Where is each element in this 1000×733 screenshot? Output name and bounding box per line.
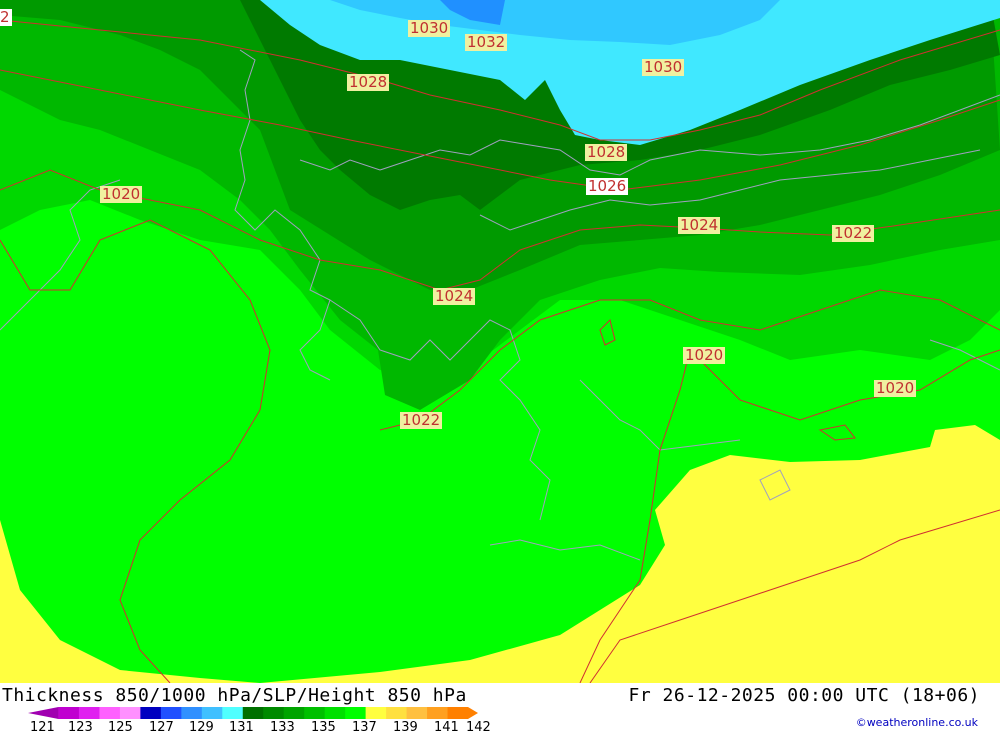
color-scale-swatch [242,707,264,719]
weather-map-panel: 1030 1032 1030 1028 1028 1026 1024 1022 … [0,0,1000,733]
isobar-label: 1022 [400,411,443,429]
scale-tick-label: 141 [434,720,459,733]
scale-tick-label: 142 [466,720,491,733]
valid-time: Fr 26-12-2025 00:00 UTC (18+06) [628,685,980,706]
scale-tick-label: 137 [352,720,377,733]
color-scale-swatch [283,707,305,719]
color-scale-swatch [304,707,326,719]
color-scale-swatch [160,707,182,719]
isobar-label: 1032 [465,33,508,51]
color-scale-swatch [99,707,121,719]
color-scale-swatch [201,707,223,719]
isobar-label: 1028 [585,143,628,161]
isobar-label: 1026 [586,177,629,195]
color-scale-swatch [140,707,162,719]
color-scale-swatch [447,707,478,719]
scale-tick-label: 123 [68,720,93,733]
thickness-map [0,0,1000,683]
color-scale-swatch [345,707,367,719]
scale-tick-label: 127 [149,720,174,733]
color-scale-swatch [78,707,100,719]
map-footer: Thickness 850/1000 hPa/SLP/Height 850 hP… [0,683,1000,733]
credit-text: ©weatheronline.co.uk [855,716,978,729]
color-scale-swatch [324,707,346,719]
scale-tick-label: 139 [393,720,418,733]
scale-tick-label: 121 [30,720,55,733]
isobar-label: 1020 [100,185,143,203]
scale-tick-label: 125 [108,720,133,733]
color-scale-swatch [119,707,141,719]
isobar-label: 1020 [683,346,726,364]
color-scale-swatch [58,707,80,719]
scale-tick-label: 131 [229,720,254,733]
isobar-label: 1028 [347,73,390,91]
color-scale-swatch [28,707,59,719]
color-scale-swatch [406,707,428,719]
color-scale-swatch [181,707,203,719]
isobar-label: 1030 [642,58,685,76]
scale-tick-label: 129 [189,720,214,733]
color-scale-swatch [386,707,408,719]
isobar-label: 1030 [408,19,451,37]
map-title: Thickness 850/1000 hPa/SLP/Height 850 hP… [2,685,467,706]
isobar-label: 1022 [832,224,875,242]
color-scale-swatch [263,707,285,719]
isobar-label: 1024 [678,216,721,234]
scale-tick-label: 133 [270,720,295,733]
color-scale-swatch [365,707,387,719]
color-scale-bar [28,707,478,719]
isobar-label: 2 [0,8,12,26]
color-scale-swatch [222,707,244,719]
color-scale-swatch [427,707,449,719]
scale-tick-label: 135 [311,720,336,733]
isobar-label: 1024 [433,287,476,305]
isobar-label: 1020 [874,379,917,397]
